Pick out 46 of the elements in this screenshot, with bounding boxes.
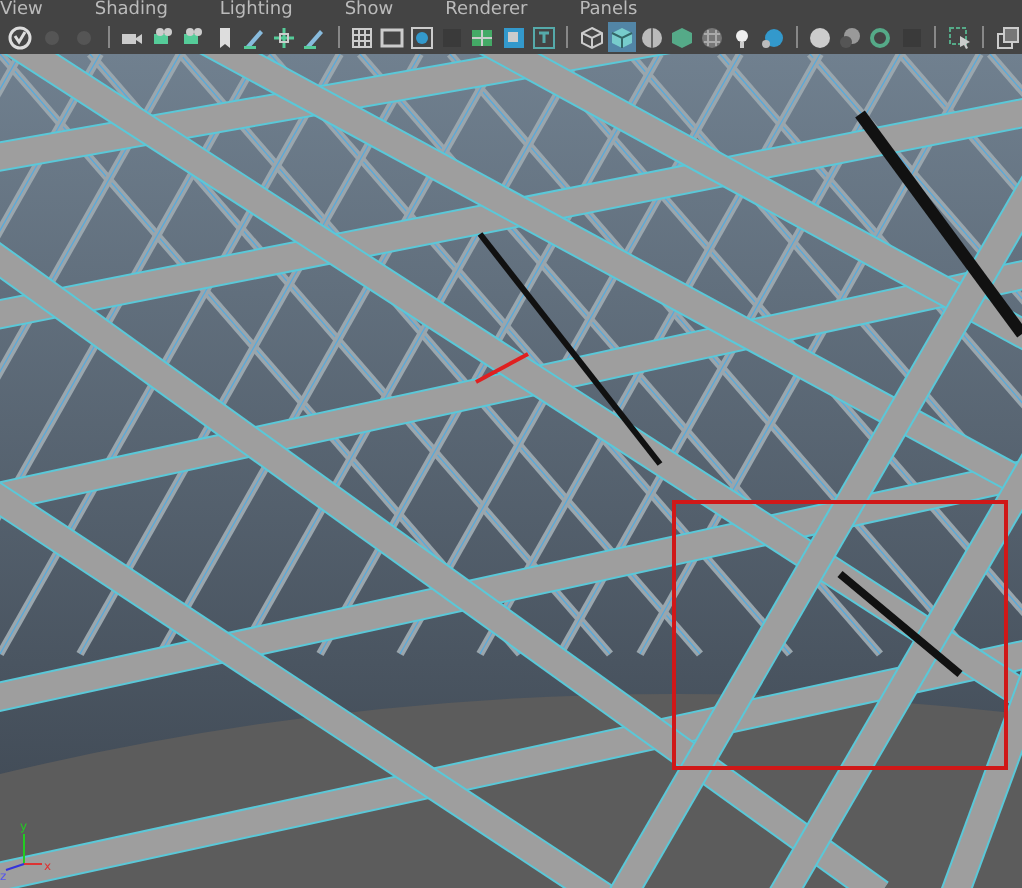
windows-icon: [995, 25, 1020, 49]
menu-item[interactable]: View: [0, 0, 59, 20]
cube-button[interactable]: [607, 22, 636, 52]
cursor-icon: [947, 25, 972, 49]
marker-line: [475, 352, 529, 384]
ring-icon: [868, 25, 893, 49]
sphere-icon: [760, 25, 785, 49]
menu-item[interactable]: Show: [328, 0, 410, 20]
windows-button[interactable]: [993, 22, 1022, 52]
sphere-button[interactable]: [637, 22, 666, 52]
axis-gizmo-icon: [5, 833, 43, 871]
sphere-icon: [808, 25, 833, 49]
check-circle-icon[interactable]: [8, 25, 32, 49]
grid-button[interactable]: [348, 22, 377, 52]
move-icon: [271, 25, 296, 49]
text-icon: [531, 25, 556, 49]
circle-square-button[interactable]: [408, 22, 437, 52]
sphere-icon: [639, 25, 664, 49]
circle-square-icon: [410, 25, 435, 49]
square-icon: [501, 25, 526, 49]
sphere-button[interactable]: [836, 22, 865, 52]
film-icon: [380, 25, 405, 49]
pen-icon: [241, 25, 266, 49]
camera-icon: [151, 25, 176, 49]
cube-icon: [609, 25, 634, 49]
menu-item[interactable]: Panels: [563, 0, 654, 20]
sphere-icon: [838, 25, 863, 49]
menu-item[interactable]: Renderer: [429, 0, 544, 20]
checker-icon: [700, 25, 725, 49]
cube-button[interactable]: [667, 22, 696, 52]
square-button[interactable]: [499, 22, 528, 52]
menu-item[interactable]: Lighting: [203, 0, 309, 20]
menu-item[interactable]: Shading: [78, 0, 184, 20]
ring-button[interactable]: [866, 22, 895, 52]
cube-button[interactable]: [577, 22, 606, 52]
grid-icon: [350, 25, 375, 49]
sphere-button[interactable]: [806, 22, 835, 52]
move-button[interactable]: [269, 22, 298, 52]
brush-icon: [302, 25, 327, 49]
checker-button[interactable]: [698, 22, 727, 52]
cursor-button[interactable]: [945, 22, 974, 52]
grid-icon: [470, 25, 495, 49]
camera-icon: [181, 25, 206, 49]
cube-icon: [669, 25, 694, 49]
text-button[interactable]: [529, 22, 558, 52]
cube-icon: [579, 25, 604, 49]
